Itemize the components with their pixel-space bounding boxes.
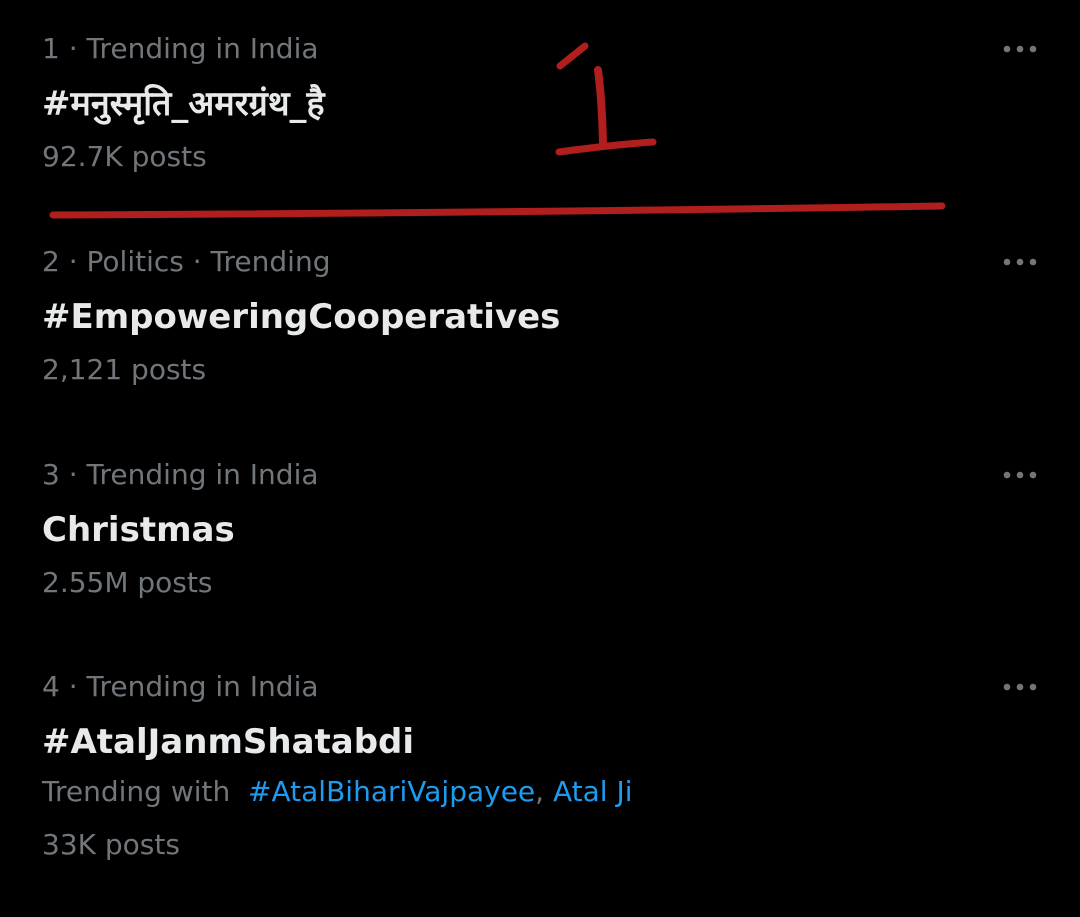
trend-context: Politics · Trending bbox=[86, 245, 331, 278]
related-trend-link[interactable]: Atal Ji bbox=[553, 775, 633, 808]
trend-rank: 1 bbox=[42, 32, 60, 65]
trend-item-4[interactable]: 4 · Trending in India #AtalJanmShatabdi … bbox=[0, 670, 1080, 870]
trend-item-1[interactable]: 1 · Trending in India #मनुस्मृति_अमरग्रं… bbox=[0, 32, 1080, 182]
trending-with-label: Trending with bbox=[42, 775, 231, 808]
trend-post-count: 2.55M posts bbox=[42, 566, 213, 599]
trend-meta: 4 · Trending in India bbox=[42, 670, 319, 703]
trend-post-count: 2,121 posts bbox=[42, 353, 207, 386]
trend-name: Christmas bbox=[42, 510, 235, 550]
more-horizontal-icon[interactable] bbox=[1000, 32, 1040, 66]
trend-name: #मनुस्मृति_अमरग्रंथ_है bbox=[42, 84, 325, 124]
trend-item-3[interactable]: 3 · Trending in India Christmas 2.55M po… bbox=[0, 458, 1080, 608]
trend-rank: 2 bbox=[42, 245, 60, 278]
trend-context: Trending in India bbox=[86, 32, 319, 65]
more-horizontal-icon[interactable] bbox=[1000, 670, 1040, 704]
trend-name: #AtalJanmShatabdi bbox=[42, 722, 415, 762]
trend-post-count: 92.7K posts bbox=[42, 140, 207, 173]
related-trend-link[interactable]: #AtalBihariVajpayee bbox=[248, 775, 535, 808]
trending-with-line: Trending with #AtalBihariVajpayee, Atal … bbox=[42, 775, 633, 808]
trend-meta: 1 · Trending in India bbox=[42, 32, 319, 65]
trend-meta: 3 · Trending in India bbox=[42, 458, 319, 491]
trend-context: Trending in India bbox=[86, 458, 319, 491]
more-horizontal-icon[interactable] bbox=[1000, 245, 1040, 279]
trend-item-2[interactable]: 2 · Politics · Trending #EmpoweringCoope… bbox=[0, 245, 1080, 395]
more-horizontal-icon[interactable] bbox=[1000, 458, 1040, 492]
trend-name: #EmpoweringCooperatives bbox=[42, 297, 561, 337]
trend-rank: 4 bbox=[42, 670, 60, 703]
trend-rank: 3 bbox=[42, 458, 60, 491]
trend-context: Trending in India bbox=[86, 670, 319, 703]
trend-meta: 2 · Politics · Trending bbox=[42, 245, 331, 278]
trend-post-count: 33K posts bbox=[42, 828, 180, 861]
